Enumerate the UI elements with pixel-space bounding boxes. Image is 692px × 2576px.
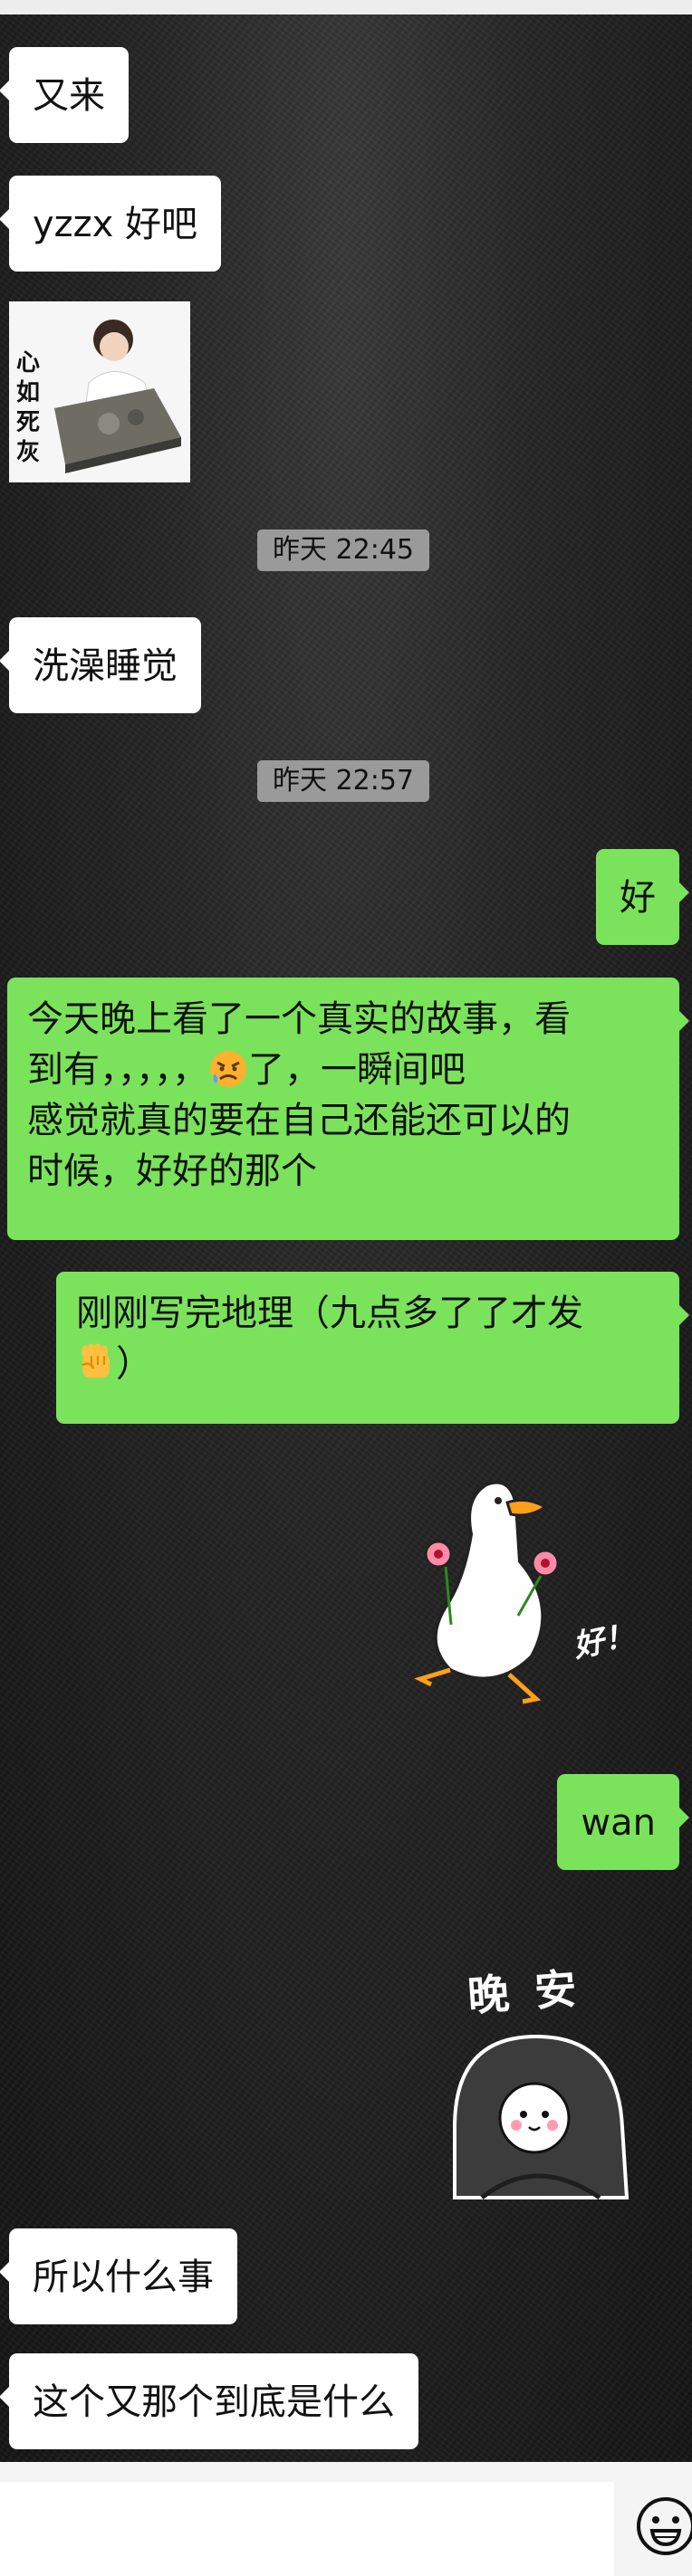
- input-bar: [0, 2462, 692, 2576]
- message-line: 时候，好好的那个: [27, 1150, 317, 1192]
- message-text: 这个又那个到底是什么: [33, 2381, 395, 2423]
- message-line: 感觉就真的要在自己还能还可以的: [27, 1100, 571, 1141]
- message-incoming[interactable]: 洗澡睡觉: [0, 617, 201, 713]
- goose-with-flowers-sticker[interactable]: 好！: [409, 1471, 663, 1720]
- timestamp: 昨天 22:45: [257, 530, 429, 571]
- message-text: 又来: [33, 75, 105, 117]
- timestamp: 昨天 22:57: [257, 760, 429, 802]
- message-text: yzzx 好吧: [33, 204, 198, 245]
- message-line: 到有，，，，， 了，一瞬间吧: [27, 1049, 466, 1091]
- sticker-caption: 心如死灰: [16, 349, 41, 466]
- message-incoming[interactable]: yzzx 好吧: [0, 176, 222, 272]
- raised-fist-icon: [82, 1343, 110, 1378]
- sticker-heart-like-ashes[interactable]: 心如死灰: [9, 301, 190, 482]
- message-incoming[interactable]: 又来: [0, 47, 129, 143]
- goodnight-sticker[interactable]: 晚 安: [446, 1960, 645, 2199]
- message-text: 好: [620, 877, 656, 919]
- message-outgoing[interactable]: 今天晚上看了一个真实的故事，看 到有，，，，， 了，一瞬间吧 感觉就真的要在自己还…: [7, 978, 689, 1240]
- message-text: 洗澡睡觉: [33, 645, 178, 687]
- message-text: 所以什么事: [33, 2256, 214, 2298]
- sticker-image: [453, 2034, 630, 2199]
- message-outgoing[interactable]: 刚刚写完地理（九点多了了才发 ）: [56, 1272, 689, 1424]
- message-incoming[interactable]: 所以什么事: [0, 2228, 237, 2324]
- sticker-caption: 晚 安: [466, 1963, 583, 2021]
- message-line: 今天晚上看了一个真实的故事，看: [27, 998, 571, 1040]
- message-outgoing[interactable]: wan: [557, 1774, 689, 1870]
- smiley-face-icon[interactable]: [634, 2495, 692, 2558]
- sticker-image: [414, 1480, 560, 1704]
- message-input[interactable]: [0, 2482, 614, 2576]
- top-status-strip: [0, 0, 692, 14]
- message-incoming[interactable]: 这个又那个到底是什么: [0, 2353, 418, 2449]
- message-outgoing[interactable]: 好: [596, 849, 689, 945]
- message-text: wan: [581, 1802, 656, 1844]
- angry-face-icon: [210, 1051, 246, 1087]
- message-line: 刚刚写完地理（九点多了了才发: [76, 1293, 583, 1334]
- message-line: ）: [76, 1339, 659, 1389]
